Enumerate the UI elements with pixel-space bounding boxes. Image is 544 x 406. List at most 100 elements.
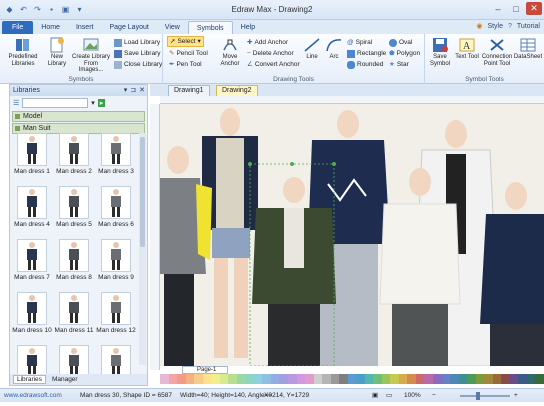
- tab-view[interactable]: View: [157, 21, 188, 34]
- library-item[interactable]: Man dress 1: [12, 133, 52, 186]
- oval-button[interactable]: Oval: [389, 37, 412, 48]
- library-item[interactable]: Man dress 3: [96, 133, 136, 186]
- scrollbar-thumb[interactable]: [140, 137, 145, 247]
- drawing-canvas[interactable]: [160, 104, 544, 366]
- connection-point-button[interactable]: Connection Point Tool: [481, 37, 513, 73]
- color-swatch[interactable]: [509, 374, 519, 384]
- color-swatch[interactable]: [526, 374, 536, 384]
- zoom-slider[interactable]: [460, 395, 510, 397]
- color-swatch[interactable]: [364, 374, 374, 384]
- color-swatch[interactable]: [433, 374, 442, 384]
- star-button[interactable]: ★ Star: [389, 59, 409, 70]
- color-swatch[interactable]: [441, 374, 451, 384]
- color-swatch[interactable]: [330, 374, 340, 384]
- delete-anchor-button[interactable]: − Delete Anchor: [247, 48, 294, 59]
- color-swatch[interactable]: [270, 374, 280, 384]
- color-swatch[interactable]: [450, 374, 459, 384]
- color-swatch[interactable]: [390, 374, 399, 384]
- close-library-button[interactable]: Close Library: [114, 59, 162, 70]
- color-swatch[interactable]: [373, 374, 382, 384]
- tab-page-layout[interactable]: Page Layout: [101, 21, 156, 34]
- tab-insert[interactable]: Insert: [68, 21, 102, 34]
- color-swatch[interactable]: [467, 374, 476, 384]
- color-swatch[interactable]: [305, 374, 314, 384]
- save-library-button[interactable]: Save Library: [114, 48, 161, 59]
- color-swatch[interactable]: [356, 374, 365, 384]
- library-item[interactable]: Man dress 2: [54, 133, 94, 186]
- zoom-in-icon[interactable]: +: [514, 389, 518, 402]
- library-item[interactable]: Man dress 8: [54, 239, 94, 292]
- color-swatch[interactable]: [245, 374, 254, 384]
- save-symbol-button[interactable]: Save Symbol: [427, 37, 453, 73]
- color-swatch[interactable]: [415, 374, 425, 384]
- predefined-libraries-button[interactable]: Predefined Libraries: [8, 37, 38, 73]
- color-swatch[interactable]: [211, 374, 220, 384]
- color-swatch[interactable]: [228, 374, 237, 384]
- spiral-button[interactable]: @ Spiral: [347, 37, 372, 48]
- new-library-button[interactable]: New Library: [42, 37, 72, 73]
- library-dropdown[interactable]: [22, 98, 89, 108]
- polygon-button[interactable]: ⬟ Polygon: [389, 48, 420, 59]
- color-swatch[interactable]: [475, 374, 485, 384]
- rectangle-button[interactable]: Rectangle: [347, 48, 386, 59]
- library-item[interactable]: Man dress 12: [96, 292, 136, 345]
- color-swatch[interactable]: [185, 374, 195, 384]
- pen-tool-button[interactable]: ✒ Pen Tool: [169, 59, 202, 70]
- color-swatch[interactable]: [407, 374, 416, 384]
- library-item[interactable]: Man dress 11: [54, 292, 94, 345]
- tutorials-menu[interactable]: Tutorial: [517, 23, 540, 30]
- tab-home[interactable]: Home: [33, 21, 68, 34]
- fit-width-icon[interactable]: ▭: [386, 389, 392, 402]
- library-item[interactable]: Man dress 5: [54, 186, 94, 239]
- library-item[interactable]: Man dress 7: [12, 239, 52, 292]
- datasheet-button[interactable]: DataSheet: [513, 37, 543, 73]
- line-button[interactable]: Line: [301, 37, 323, 73]
- close-icon[interactable]: ✕: [526, 2, 542, 15]
- color-swatch[interactable]: [287, 374, 297, 384]
- pencil-tool-button[interactable]: ✎ Pencil Tool: [169, 48, 208, 59]
- color-swatch[interactable]: [347, 374, 357, 384]
- pin-icon[interactable]: ▾: [124, 85, 128, 96]
- tab-manager[interactable]: Manager: [52, 376, 78, 383]
- zoom-slider-knob[interactable]: [476, 392, 480, 400]
- tab-help[interactable]: Help: [233, 21, 263, 34]
- category-model[interactable]: Model: [12, 111, 145, 122]
- panel-close-icon[interactable]: ✕: [139, 85, 145, 96]
- rounded-button[interactable]: Rounded: [347, 59, 383, 70]
- page-tab[interactable]: Page-1: [182, 366, 228, 374]
- color-swatch[interactable]: [236, 374, 246, 384]
- library-item[interactable]: Man dress 10: [12, 292, 52, 345]
- library-scrollbar[interactable]: [139, 133, 146, 365]
- color-swatch[interactable]: [518, 374, 527, 384]
- arc-button[interactable]: Arc: [323, 37, 345, 73]
- color-swatch[interactable]: [535, 374, 544, 384]
- text-tool-button[interactable]: A Text Tool: [455, 37, 479, 73]
- tab-file[interactable]: File: [2, 21, 34, 34]
- tab-libraries[interactable]: Libraries: [13, 375, 46, 384]
- convert-anchor-button[interactable]: ∠ Convert Anchor: [247, 59, 300, 70]
- color-swatch[interactable]: [253, 374, 263, 384]
- color-swatch[interactable]: [484, 374, 493, 384]
- color-swatch[interactable]: [458, 374, 468, 384]
- color-swatch[interactable]: [381, 374, 391, 384]
- color-swatch[interactable]: [424, 374, 433, 384]
- fit-page-icon[interactable]: ▣: [372, 389, 378, 402]
- color-swatch[interactable]: [219, 374, 229, 384]
- color-swatch[interactable]: [202, 374, 212, 384]
- color-swatch[interactable]: [313, 374, 323, 384]
- library-item[interactable]: Man dress 9: [96, 239, 136, 292]
- zoom-out-icon[interactable]: −: [432, 389, 436, 402]
- tab-symbols[interactable]: Symbols: [187, 21, 233, 34]
- website-link[interactable]: www.edrawsoft.com: [4, 389, 62, 402]
- color-swatch[interactable]: [296, 374, 306, 384]
- create-library-button[interactable]: Create Library From Images...: [72, 37, 110, 73]
- color-swatch[interactable]: [177, 374, 186, 384]
- move-anchor-button[interactable]: Move Anchor: [215, 37, 245, 73]
- minimize-icon[interactable]: –: [490, 2, 506, 15]
- color-swatch[interactable]: [339, 374, 348, 384]
- color-swatch[interactable]: [322, 374, 331, 384]
- color-swatch[interactable]: [492, 374, 502, 384]
- help-icon[interactable]: ?: [508, 23, 512, 30]
- library-item[interactable]: Man dress 4: [12, 186, 52, 239]
- select-button[interactable]: ➚ Select ▾: [167, 36, 204, 47]
